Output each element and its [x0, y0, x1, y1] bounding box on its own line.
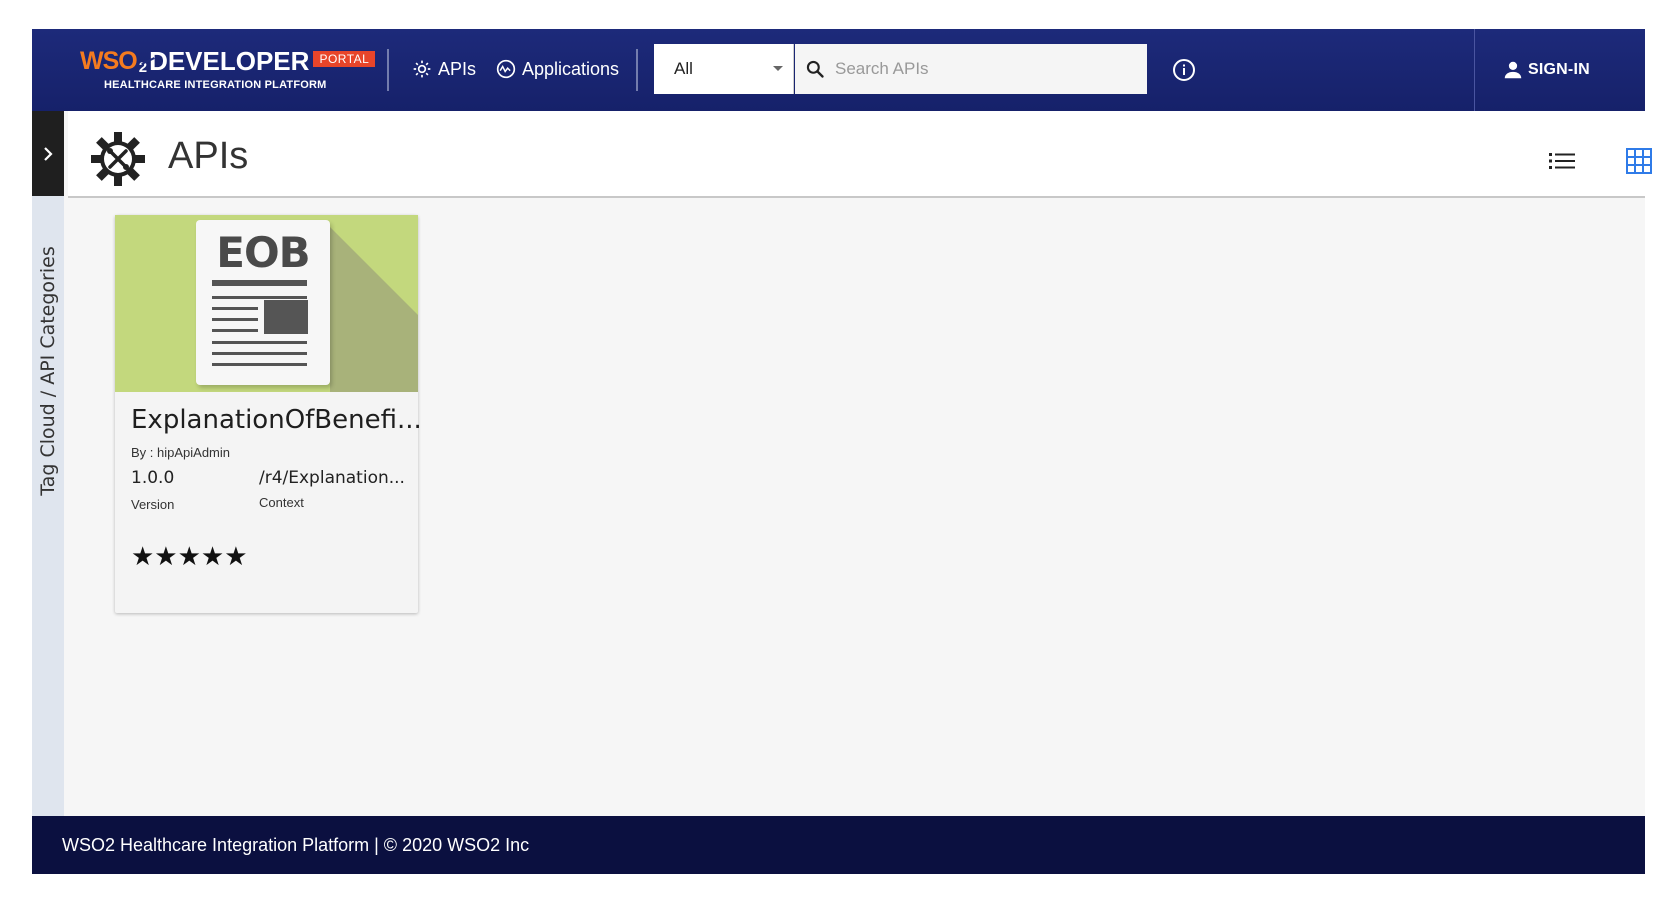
header-divider [636, 49, 638, 91]
list-view-icon[interactable] [1549, 151, 1575, 171]
info-icon[interactable] [1172, 58, 1196, 82]
logo-product: DEVELOPER [149, 46, 310, 76]
chevron-right-icon [44, 146, 53, 161]
api-gear-icon [91, 132, 145, 186]
header-divider [387, 49, 389, 91]
search-filter-select[interactable]: All [654, 44, 794, 94]
api-name[interactable]: ExplanationOfBenefi... [131, 405, 422, 435]
api-card[interactable]: EOB ExplanationOfBenefi... By : hipApiAd… [115, 215, 422, 613]
search-filter-value: All [674, 59, 693, 78]
logo-portal-badge: PORTAL [313, 51, 376, 67]
tag-cloud-label[interactable]: Tag Cloud / API Categories [37, 246, 59, 495]
page-title: APIs [168, 135, 249, 177]
logo-tagline: HEALTHCARE INTEGRATION PLATFORM [104, 79, 327, 91]
api-rating: ★★★★★ [131, 542, 249, 570]
top-header: WSO 2 DEVELOPER PORTAL HEALTHCARE INTEGR… [32, 29, 1645, 111]
sign-in-button[interactable]: SIGN-IN [1502, 57, 1590, 83]
page-title-bar: APIs [68, 111, 1652, 198]
tag-cloud-sidebar: Tag Cloud / API Categories [32, 111, 64, 818]
nav-apis-link[interactable]: APIs [412, 53, 476, 85]
logo-brand: WSO [80, 47, 138, 75]
search-icon [806, 60, 824, 78]
api-version: 1.0.0 [131, 468, 175, 488]
api-context: /r4/Explanation... [259, 468, 405, 488]
dropdown-caret-icon [773, 66, 783, 71]
header-divider [1474, 29, 1475, 111]
nav-apis-label: APIs [438, 58, 477, 79]
nav-applications-label: Applications [522, 58, 620, 79]
nav-applications-link[interactable]: Applications [496, 53, 619, 85]
sidebar-toggle-button[interactable] [32, 111, 64, 196]
api-version-label: Version [131, 497, 175, 512]
gear-icon [413, 60, 431, 78]
api-author: By : hipApiAdmin [131, 445, 230, 460]
search-input[interactable] [835, 59, 1125, 79]
api-thumbnail: EOB [115, 215, 418, 392]
app-frame: WSO 2 DEVELOPER PORTAL HEALTHCARE INTEGR… [32, 29, 1652, 874]
rating-stars: ★★★★★ [131, 541, 248, 571]
grid-view-icon[interactable] [1626, 148, 1652, 174]
footer-text: WSO2 Healthcare Integration Platform | ©… [62, 834, 530, 855]
applications-icon [496, 59, 516, 79]
thumbnail-text: EOB [216, 228, 310, 277]
footer: WSO2 Healthcare Integration Platform | ©… [32, 816, 1645, 874]
user-icon [1504, 61, 1522, 79]
api-context-label: Context [259, 495, 304, 510]
wso2-developer-portal-logo[interactable]: WSO 2 DEVELOPER PORTAL HEALTHCARE INTEGR… [80, 43, 376, 95]
search-box [795, 44, 1147, 94]
sign-in-label: SIGN-IN [1528, 61, 1590, 78]
document-icon: EOB [196, 220, 330, 385]
